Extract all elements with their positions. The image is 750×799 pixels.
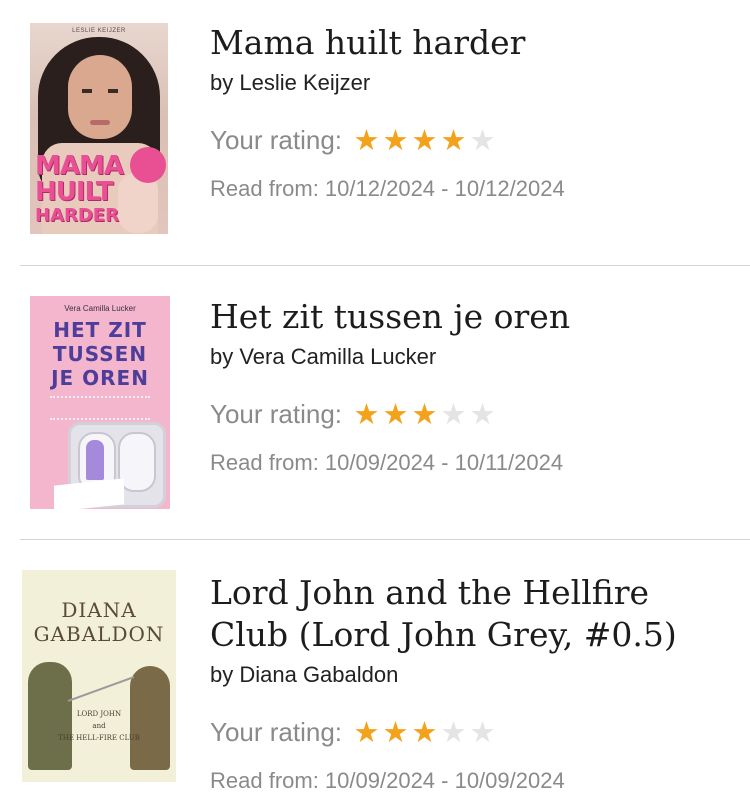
star-rating[interactable]: ★ ★ ★ ★ ★: [352, 125, 497, 155]
cover-face: [68, 55, 132, 139]
star-filled-icon[interactable]: ★: [381, 125, 410, 155]
star-empty-icon[interactable]: ★: [468, 717, 497, 747]
cover-author-text: GABALDON: [33, 622, 165, 646]
book-author[interactable]: by Diana Gabaldon: [210, 660, 730, 690]
cover-title-word: HARDER: [35, 205, 119, 226]
cover-title-word: TUSSEN: [52, 342, 148, 366]
cover-box: [54, 478, 124, 509]
book-title[interactable]: Het zit tussen je oren: [210, 296, 730, 338]
star-filled-icon[interactable]: ★: [352, 399, 381, 429]
cover-sword: [67, 676, 135, 702]
rating-label: Your rating:: [210, 716, 343, 747]
cover-title-word: HET ZIT: [53, 318, 147, 342]
star-filled-icon[interactable]: ★: [352, 717, 381, 747]
book-item[interactable]: LESLIE KEIJZER MAMA HUILT HARDER Mama hu…: [0, 0, 750, 265]
star-empty-icon[interactable]: ★: [439, 717, 468, 747]
book-info: Het zit tussen je oren by Vera Camilla L…: [210, 296, 730, 476]
cover-author-text: Vera Camilla Lucker: [64, 304, 136, 313]
star-filled-icon[interactable]: ★: [410, 125, 439, 155]
book-title[interactable]: Mama huilt harder: [210, 22, 730, 64]
cover-fencer: [130, 666, 170, 770]
book-author[interactable]: by Vera Camilla Lucker: [210, 342, 730, 372]
cover-title-word: HUILT: [35, 177, 114, 207]
cover-lips: [90, 120, 110, 125]
cover-subtitle-lines: [50, 396, 150, 420]
book-info: Mama huilt harder by Leslie Keijzer Your…: [210, 22, 730, 202]
star-filled-icon[interactable]: ★: [439, 125, 468, 155]
book-cover[interactable]: LESLIE KEIJZER MAMA HUILT HARDER: [30, 23, 168, 234]
star-filled-icon[interactable]: ★: [410, 399, 439, 429]
star-empty-icon[interactable]: ★: [468, 125, 497, 155]
cover-badge: [130, 147, 166, 183]
rating-row: Your rating: ★ ★ ★ ★ ★: [210, 712, 730, 752]
cover-author-text: DIANA: [61, 598, 137, 622]
book-item[interactable]: Vera Camilla Lucker HET ZIT TUSSEN JE OR…: [0, 266, 750, 539]
book-author[interactable]: by Leslie Keijzer: [210, 68, 730, 98]
cover-title-word: THE HELL-FIRE CLUB: [58, 734, 140, 742]
book-title[interactable]: Lord John and the Hellfire Club (Lord Jo…: [210, 572, 730, 656]
rating-label: Your rating:: [210, 124, 343, 155]
book-cover[interactable]: Vera Camilla Lucker HET ZIT TUSSEN JE OR…: [30, 296, 170, 509]
star-filled-icon[interactable]: ★: [381, 717, 410, 747]
book-list: LESLIE KEIJZER MAMA HUILT HARDER Mama hu…: [0, 0, 750, 799]
cover-person: [86, 440, 104, 480]
rating-row: Your rating: ★ ★ ★ ★ ★: [210, 120, 730, 160]
star-filled-icon[interactable]: ★: [352, 125, 381, 155]
cover-title-word: and: [92, 722, 106, 730]
star-rating[interactable]: ★ ★ ★ ★ ★: [352, 717, 497, 747]
read-dates: Read from: 10/12/2024 - 10/12/2024: [210, 176, 565, 201]
read-dates: Read from: 10/09/2024 - 10/09/2024: [210, 768, 565, 793]
rating-row: Your rating: ★ ★ ★ ★ ★: [210, 394, 730, 434]
star-filled-icon[interactable]: ★: [410, 717, 439, 747]
star-empty-icon[interactable]: ★: [439, 399, 468, 429]
cover-title-word: LORD JOHN: [76, 710, 122, 718]
star-empty-icon[interactable]: ★: [468, 399, 497, 429]
rating-label: Your rating:: [210, 398, 343, 429]
read-dates: Read from: 10/09/2024 - 10/11/2024: [210, 450, 564, 475]
star-filled-icon[interactable]: ★: [381, 399, 410, 429]
book-cover[interactable]: DIANA GABALDON LORD JOHN and THE HELL-FI…: [22, 570, 176, 782]
book-item[interactable]: DIANA GABALDON LORD JOHN and THE HELL-FI…: [0, 540, 750, 799]
star-rating[interactable]: ★ ★ ★ ★ ★: [352, 399, 497, 429]
cover-title-word: JE OREN: [51, 366, 149, 390]
book-info: Lord John and the Hellfire Club (Lord Jo…: [210, 572, 730, 794]
cover-author-text: LESLIE KEIJZER: [72, 28, 126, 34]
cover-eyes: [82, 89, 118, 93]
